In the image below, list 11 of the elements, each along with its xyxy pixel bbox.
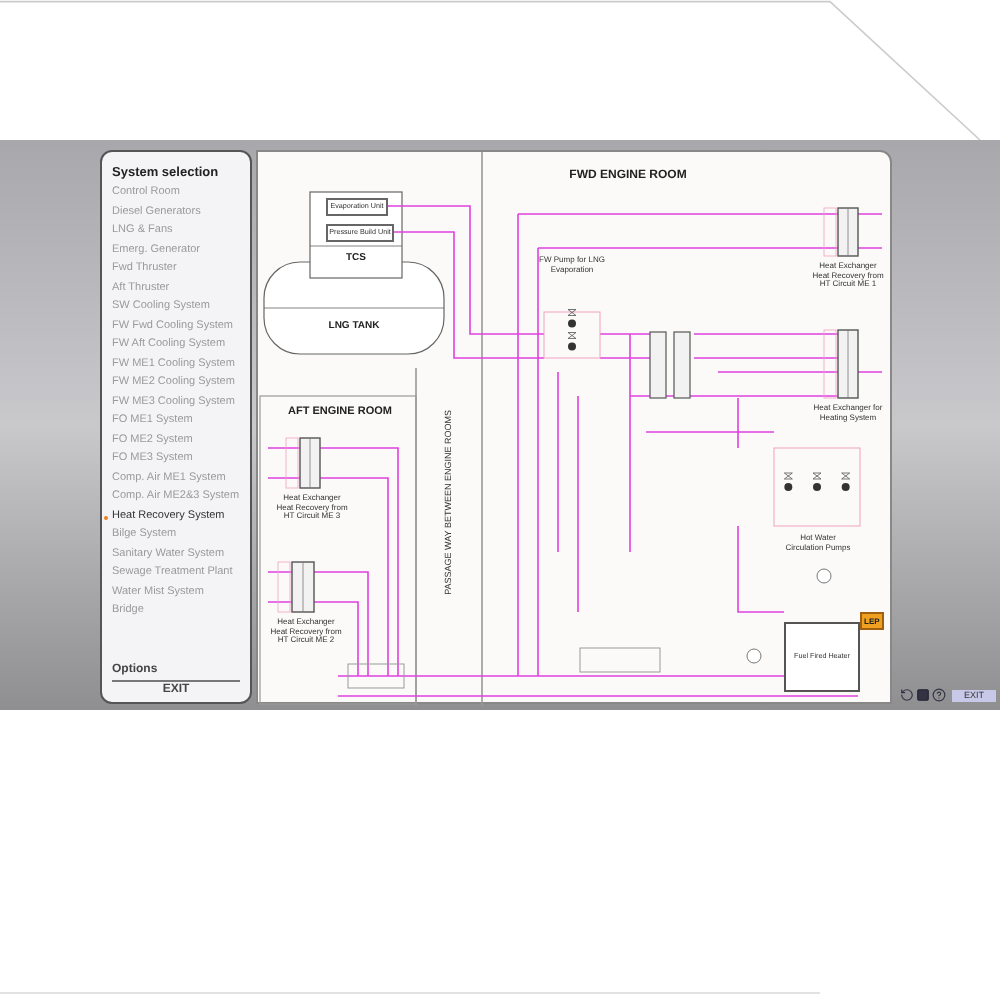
reset-icon[interactable] xyxy=(899,688,914,702)
heat-exchanger-symbol xyxy=(673,331,691,399)
heat-exchanger-symbol xyxy=(823,329,859,399)
heat-exchanger-symbol xyxy=(277,561,315,613)
heat-exchanger-symbol xyxy=(649,331,667,399)
pump-group-symbol xyxy=(773,447,861,527)
help-icon[interactable] xyxy=(931,688,946,702)
heat-exchanger-symbol xyxy=(823,207,859,257)
heat-exchanger-symbol xyxy=(285,437,321,489)
square-icon[interactable] xyxy=(915,688,930,702)
pump-group-symbol xyxy=(543,309,601,359)
